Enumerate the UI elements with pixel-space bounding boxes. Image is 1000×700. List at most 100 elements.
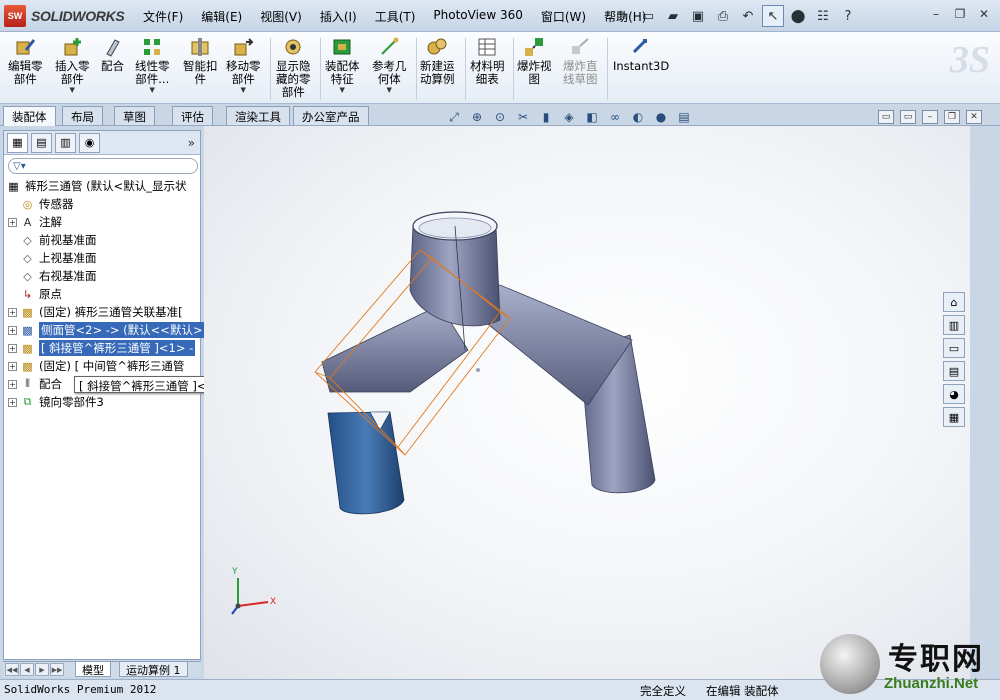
instant3d-button[interactable]: Instant3D — [613, 36, 669, 73]
tab-model[interactable]: 模型 — [75, 662, 111, 677]
menu-insert[interactable]: 插入(I) — [320, 8, 357, 25]
first-tab-icon[interactable]: ◀◀ — [5, 663, 19, 676]
dynamic-annotation-icon[interactable]: ▮ — [536, 108, 556, 126]
minimize-icon[interactable]: – — [926, 5, 946, 23]
expand-toggle-icon[interactable]: + — [8, 325, 17, 335]
design-library-icon[interactable]: ▥ — [943, 315, 965, 335]
bom-button[interactable]: 材料明 细表 — [470, 36, 505, 86]
edit-appearance-icon[interactable]: ◐ — [628, 108, 648, 126]
smart-fastener-button[interactable]: 智能扣 件 — [183, 36, 218, 86]
viewport-close-icon[interactable]: ✕ — [966, 110, 982, 124]
model-view[interactable]: Y X — [204, 126, 970, 679]
undo-icon[interactable]: ↶ — [737, 5, 759, 27]
tree-root[interactable]: ▦ 裤形三通管 (默认<默认_显示状 — [6, 177, 186, 195]
apply-scene-icon[interactable]: ● — [651, 108, 671, 126]
menu-view[interactable]: 视图(V) — [260, 8, 302, 25]
assembly-features-button[interactable]: 装配体 特征 ▼ — [325, 36, 360, 94]
display-manager-tab-icon[interactable]: ◉ — [79, 132, 100, 153]
tree-filter[interactable]: ▽▾ — [8, 158, 198, 174]
help-icon[interactable]: ? — [837, 5, 859, 27]
previous-view-icon[interactable]: ⊙ — [490, 108, 510, 126]
tree-node[interactable]: + ▩ [ 斜接管^裤形三通管 ]<1> - — [8, 339, 196, 357]
custom-properties-icon[interactable]: ▦ — [943, 407, 965, 427]
dropdown-arrow-icon[interactable]: ▼ — [340, 86, 345, 94]
tab-sketch[interactable]: 草图 — [114, 106, 155, 125]
property-manager-tab-icon[interactable]: ▤ — [31, 132, 52, 153]
menu-window[interactable]: 窗口(W) — [541, 8, 586, 25]
last-tab-icon[interactable]: ▶▶ — [50, 663, 64, 676]
pin-icon[interactable]: ✎ — [612, 5, 634, 27]
save-icon[interactable]: ▣ — [687, 5, 709, 27]
menu-file[interactable]: 文件(F) — [143, 8, 183, 25]
viewport-split-icon[interactable]: ▭ — [900, 110, 916, 124]
tree-node[interactable]: + ▩ 侧面管<2> -> (默认<<默认> — [8, 321, 205, 339]
viewport-minimize-icon[interactable]: – — [922, 110, 938, 124]
dropdown-arrow-icon[interactable]: ▼ — [241, 86, 246, 94]
tab-render-tools[interactable]: 渲染工具 — [226, 106, 290, 125]
dropdown-arrow-icon[interactable]: ▼ — [387, 86, 392, 94]
configuration-manager-tab-icon[interactable]: ▥ — [55, 132, 76, 153]
tab-layout[interactable]: 布局 — [62, 106, 103, 125]
reference-geometry-button[interactable]: 参考几 何体 ▼ — [372, 36, 407, 94]
section-view-icon[interactable]: ✂ — [513, 108, 533, 126]
view-orientation-icon[interactable]: ◈ — [559, 108, 579, 126]
tab-motion-study[interactable]: 运动算例 1 — [119, 662, 188, 677]
viewport-restore-icon[interactable]: ❐ — [944, 110, 960, 124]
insert-component-button[interactable]: 插入零 部件 ▼ — [55, 36, 90, 94]
explode-line-sketch-button[interactable]: 爆炸直 线草图 — [563, 36, 598, 86]
tree-node[interactable]: + ⫴ 配合 — [8, 375, 62, 393]
exploded-view-button[interactable]: 爆炸视 图 — [517, 36, 552, 86]
tab-evaluate[interactable]: 评估 — [172, 106, 213, 125]
tree-node[interactable]: ◇ 上视基准面 — [8, 249, 96, 267]
dropdown-arrow-icon[interactable]: ▼ — [150, 86, 155, 94]
solidworks-logo[interactable]: SW SOLIDWORKS — [4, 4, 136, 28]
menu-tools[interactable]: 工具(T) — [375, 8, 416, 25]
tree-node[interactable]: ◇ 前视基准面 — [8, 231, 96, 249]
show-hidden-components-button[interactable]: 显示隐 藏的零 部件 — [276, 36, 311, 99]
print-icon[interactable]: ⎙ — [712, 5, 734, 27]
graphics-area[interactable]: Y X ⌂ ▥ ▭ ▤ ◕ ▦ — [204, 126, 970, 679]
tree-node[interactable]: ◇ 右视基准面 — [8, 267, 96, 285]
expand-toggle-icon[interactable]: + — [8, 343, 17, 353]
expand-toggle-icon[interactable]: + — [8, 397, 17, 407]
tab-assembly[interactable]: 装配体 — [3, 106, 56, 126]
solidworks-resources-icon[interactable]: ⌂ — [943, 292, 965, 312]
view-settings-icon[interactable]: ▤ — [674, 108, 694, 126]
file-explorer-icon[interactable]: ▭ — [943, 338, 965, 358]
panel-more-icon[interactable]: » — [188, 136, 195, 150]
expand-toggle-icon[interactable]: + — [8, 217, 17, 227]
tree-node[interactable]: + ⧉ 镜向零部件3 — [8, 393, 104, 411]
edit-component-button[interactable]: 编辑零 部件 — [8, 36, 43, 86]
tree-node[interactable]: + A 注解 — [8, 213, 62, 231]
open-file-icon[interactable]: ▰ — [662, 5, 684, 27]
new-motion-study-button[interactable]: 新建运 动算例 — [420, 36, 455, 86]
next-tab-icon[interactable]: ▶ — [35, 663, 49, 676]
tree-node[interactable]: + ▩ (固定) 裤形三通管关联基准[ — [8, 303, 183, 321]
zoom-to-fit-icon[interactable]: ⤢ — [444, 108, 464, 126]
tree-node[interactable]: ↳ 原点 — [8, 285, 62, 303]
tree-node[interactable]: + ▩ (固定) [ 中间管^裤形三通管 — [8, 357, 184, 375]
options-icon[interactable]: ☷ — [812, 5, 834, 27]
menu-edit[interactable]: 编辑(E) — [201, 8, 242, 25]
linear-pattern-button[interactable]: 线性零 部件... ▼ — [135, 36, 170, 94]
appearances-icon[interactable]: ◕ — [943, 384, 965, 404]
zoom-area-icon[interactable]: ⊕ — [467, 108, 487, 126]
new-file-icon[interactable]: ▭ — [637, 5, 659, 27]
hide-show-items-icon[interactable]: ∞ — [605, 108, 625, 126]
expand-toggle-icon[interactable]: + — [8, 307, 17, 317]
view-palette-icon[interactable]: ▤ — [943, 361, 965, 381]
mate-button[interactable]: 配合 — [101, 36, 124, 73]
close-icon[interactable]: ✕ — [974, 5, 994, 23]
prev-tab-icon[interactable]: ◀ — [20, 663, 34, 676]
select-icon[interactable]: ↖ — [762, 5, 784, 27]
feature-manager-tab-icon[interactable]: ▦ — [7, 132, 28, 153]
dropdown-arrow-icon[interactable]: ▼ — [70, 86, 75, 94]
expand-toggle-icon[interactable]: + — [8, 361, 17, 371]
expand-toggle-icon[interactable]: + — [8, 379, 17, 389]
viewport-tile-icon[interactable]: ▭ — [878, 110, 894, 124]
restore-icon[interactable]: ❐ — [950, 5, 970, 23]
tab-office-products[interactable]: 办公室产品 — [293, 106, 369, 125]
tree-node[interactable]: ◎ 传感器 — [8, 195, 74, 213]
rebuild-icon[interactable]: ⬤ — [787, 5, 809, 27]
display-style-icon[interactable]: ◧ — [582, 108, 602, 126]
